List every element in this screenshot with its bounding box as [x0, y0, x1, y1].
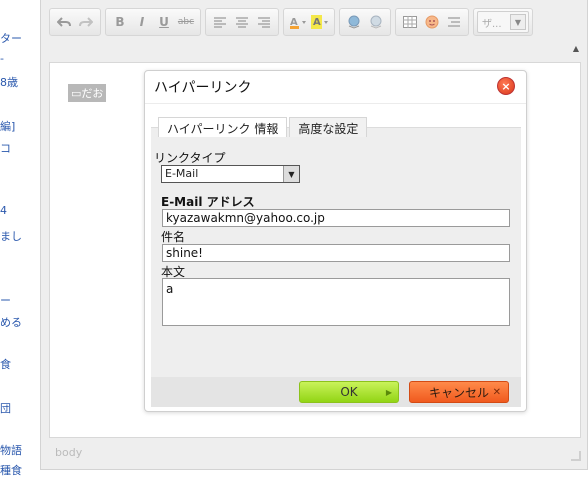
left-link[interactable]: 物語	[0, 442, 22, 458]
email-label: E-Mail アドレス	[161, 195, 255, 209]
italic-button[interactable]: I	[131, 11, 153, 33]
link-type-select[interactable]: E-Mail ▼	[161, 165, 300, 183]
bold-button[interactable]: B	[109, 11, 131, 33]
left-link[interactable]: める	[0, 314, 22, 330]
link-group	[339, 8, 391, 36]
bg-color-icon[interactable]: A	[309, 11, 331, 33]
text-color-icon[interactable]: A	[287, 11, 309, 33]
chevron-down-icon[interactable]: ▼	[510, 14, 526, 30]
chevron-down-icon[interactable]: ▼	[283, 166, 299, 182]
cancel-button-label: キャンセル	[428, 385, 489, 400]
left-link[interactable]: ー	[0, 292, 11, 308]
table-icon[interactable]	[399, 11, 421, 33]
ok-button[interactable]: OK ▶	[299, 381, 399, 403]
dialog-divider	[145, 103, 526, 104]
dialog-footer: OK ▶ キャンセル ✕	[151, 377, 521, 407]
left-link[interactable]: まし	[0, 228, 22, 244]
dialog-title: ハイパーリンク	[154, 80, 252, 96]
arrow-right-icon: ▶	[385, 387, 392, 397]
placeholder-tag: ▭だお	[68, 84, 107, 102]
style-combo[interactable]: ザ... ▼	[477, 11, 529, 33]
special-char-icon[interactable]	[443, 11, 465, 33]
align-right-icon[interactable]	[253, 11, 275, 33]
left-link[interactable]: 種食	[0, 462, 22, 478]
left-link[interactable]: コ	[0, 140, 11, 156]
align-center-icon[interactable]	[231, 11, 253, 33]
left-link[interactable]: 食	[0, 356, 11, 372]
body-textarea[interactable]: a	[162, 278, 510, 326]
align-left-icon[interactable]	[209, 11, 231, 33]
tab-advanced[interactable]: 高度な設定	[289, 117, 368, 137]
undo-icon[interactable]	[53, 11, 75, 33]
underline-button[interactable]: U	[153, 11, 175, 33]
link-type-label: リンクタイプ	[154, 151, 226, 165]
align-group	[205, 8, 279, 36]
style-combo-label: ザ...	[482, 18, 502, 30]
collapse-toolbar-icon[interactable]: ▲	[569, 44, 583, 58]
style-group: ザ... ▼	[473, 8, 533, 36]
ok-button-label: OK	[340, 385, 358, 399]
close-icon: ✕	[492, 386, 501, 398]
element-path[interactable]: body	[55, 446, 82, 459]
left-link[interactable]: 4	[0, 204, 7, 217]
svg-text:A: A	[313, 17, 321, 28]
redo-icon[interactable]	[75, 11, 97, 33]
subject-label: 件名	[161, 230, 186, 244]
history-group	[49, 8, 101, 36]
editor-toolbar: B I U abc A A ザ... ▼	[49, 7, 581, 37]
resize-grip-icon[interactable]	[571, 451, 581, 461]
color-group: A A	[283, 8, 335, 36]
unlink-icon[interactable]	[365, 11, 387, 33]
link-icon[interactable]	[343, 11, 365, 33]
hyperlink-dialog: ハイパーリンク × ハイパーリンク 情報 高度な設定 リンクタイプ E-Mail…	[144, 70, 527, 412]
close-icon[interactable]: ×	[497, 77, 515, 95]
strikethrough-button[interactable]: abc	[175, 11, 197, 33]
smiley-icon[interactable]	[421, 11, 443, 33]
email-field[interactable]: kyazawakmn@yahoo.co.jp	[162, 209, 510, 227]
left-link[interactable]: 8歳	[0, 74, 18, 90]
link-type-value: E-Mail	[165, 167, 199, 180]
tab-link-info[interactable]: ハイパーリンク 情報	[158, 117, 288, 137]
left-link[interactable]: ター	[0, 30, 22, 46]
left-link[interactable]: 団	[0, 400, 11, 416]
left-link[interactable]: 編]	[0, 118, 15, 134]
insert-group	[395, 8, 469, 36]
format-group: B I U abc	[105, 8, 201, 36]
left-link[interactable]: -	[0, 52, 4, 65]
dialog-tabs: ハイパーリンク 情報 高度な設定	[158, 117, 369, 137]
subject-field[interactable]: shine!	[162, 244, 510, 262]
cancel-button[interactable]: キャンセル ✕	[409, 381, 509, 403]
